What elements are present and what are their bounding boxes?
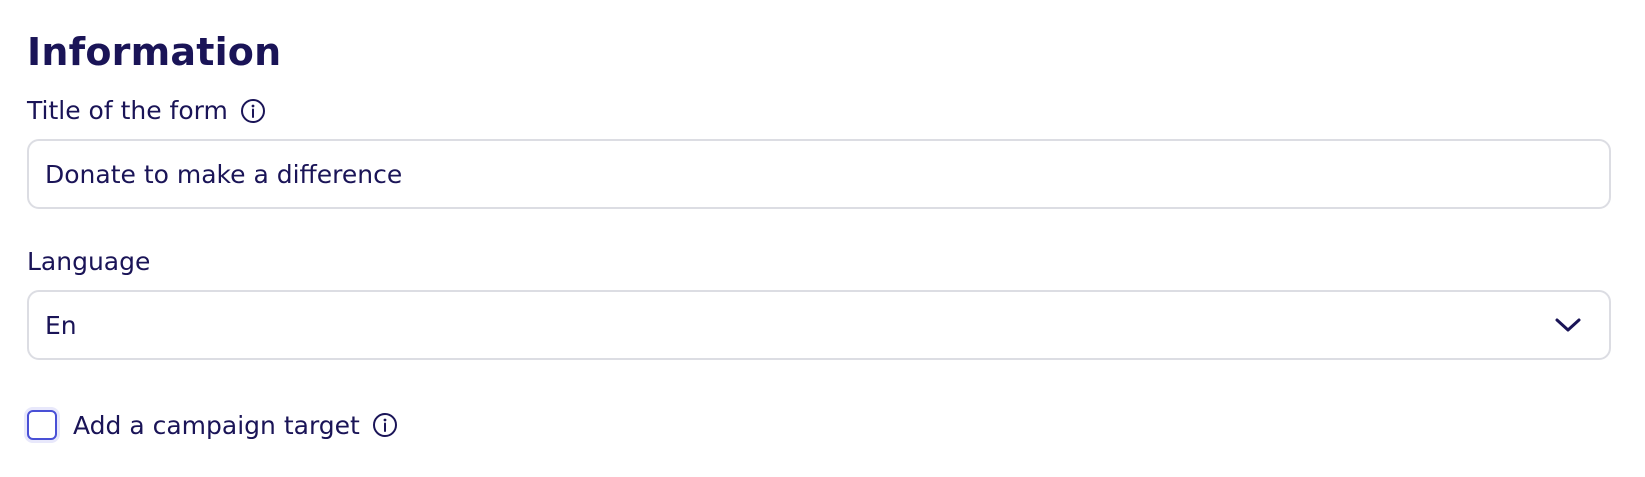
campaign-target-row: Add a campaign target	[27, 410, 399, 440]
language-selected-value: En	[45, 310, 77, 340]
language-label: Language	[27, 247, 151, 276]
info-icon[interactable]	[372, 412, 399, 439]
language-select[interactable]: En	[27, 290, 1611, 360]
language-label-row: Language	[27, 245, 150, 279]
form-title-label-row: Title of the form	[27, 94, 267, 128]
campaign-target-label[interactable]: Add a campaign target	[73, 411, 360, 440]
chevron-down-icon[interactable]	[1553, 315, 1583, 335]
form-title-label: Title of the form	[27, 96, 228, 125]
form-title-value: Donate to make a difference	[45, 159, 403, 189]
section-title: Information	[27, 30, 282, 74]
info-icon[interactable]	[240, 98, 267, 125]
form-title-input[interactable]: Donate to make a difference	[27, 139, 1611, 209]
campaign-target-checkbox[interactable]	[27, 410, 57, 440]
